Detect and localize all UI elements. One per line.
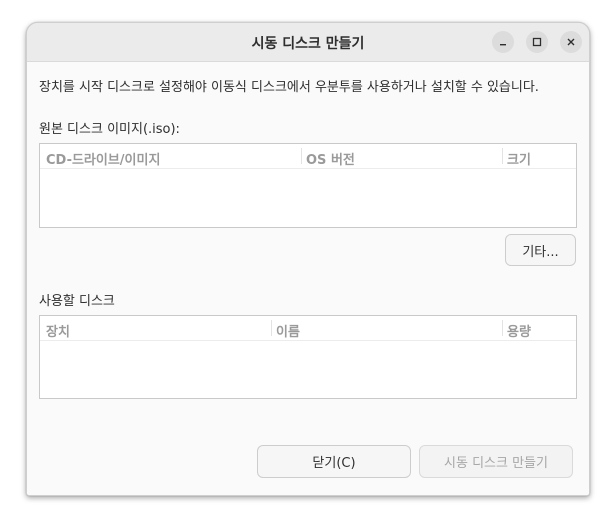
column-header-cd-drive-image[interactable]: CD-드라이브/이미지 [46, 149, 160, 168]
startup-disk-creator-window: 시동 디스크 만들기 장치를 시작 디스크로 설정해야 이동식 디스크에서 우분… [26, 22, 590, 496]
close-window-button[interactable] [560, 31, 582, 53]
description-text: 장치를 시작 디스크로 설정해야 이동식 디스크에서 우분투를 사용하거나 설치… [39, 80, 539, 95]
column-header-name[interactable]: 이름 [276, 321, 300, 340]
column-header-size[interactable]: 크기 [507, 149, 531, 168]
source-image-label: 원본 디스크 이미지(.iso): [39, 122, 180, 137]
column-separator [502, 148, 503, 164]
titlebar[interactable]: 시동 디스크 만들기 [27, 23, 589, 62]
column-header-capacity[interactable]: 용량 [507, 321, 531, 340]
close-icon [566, 37, 576, 47]
maximize-icon [532, 37, 542, 47]
close-button[interactable]: 닫기(C) [257, 445, 411, 478]
column-separator [502, 320, 503, 336]
minimize-icon [498, 37, 508, 47]
target-list-header: 장치 이름 용량 [40, 316, 576, 341]
minimize-button[interactable] [492, 31, 514, 53]
column-separator [271, 320, 272, 336]
target-disk-label: 사용할 디스크 [39, 294, 115, 309]
column-header-device[interactable]: 장치 [46, 321, 70, 340]
column-separator [301, 148, 302, 164]
other-button[interactable]: 기타... [505, 234, 576, 266]
source-list-header: CD-드라이브/이미지 OS 버전 크기 [40, 144, 576, 169]
target-disk-list[interactable]: 장치 이름 용량 [39, 315, 577, 399]
maximize-button[interactable] [526, 31, 548, 53]
source-image-list[interactable]: CD-드라이브/이미지 OS 버전 크기 [39, 143, 577, 228]
column-header-os-version[interactable]: OS 버전 [306, 149, 355, 168]
make-startup-disk-button[interactable]: 시동 디스크 만들기 [419, 445, 573, 478]
